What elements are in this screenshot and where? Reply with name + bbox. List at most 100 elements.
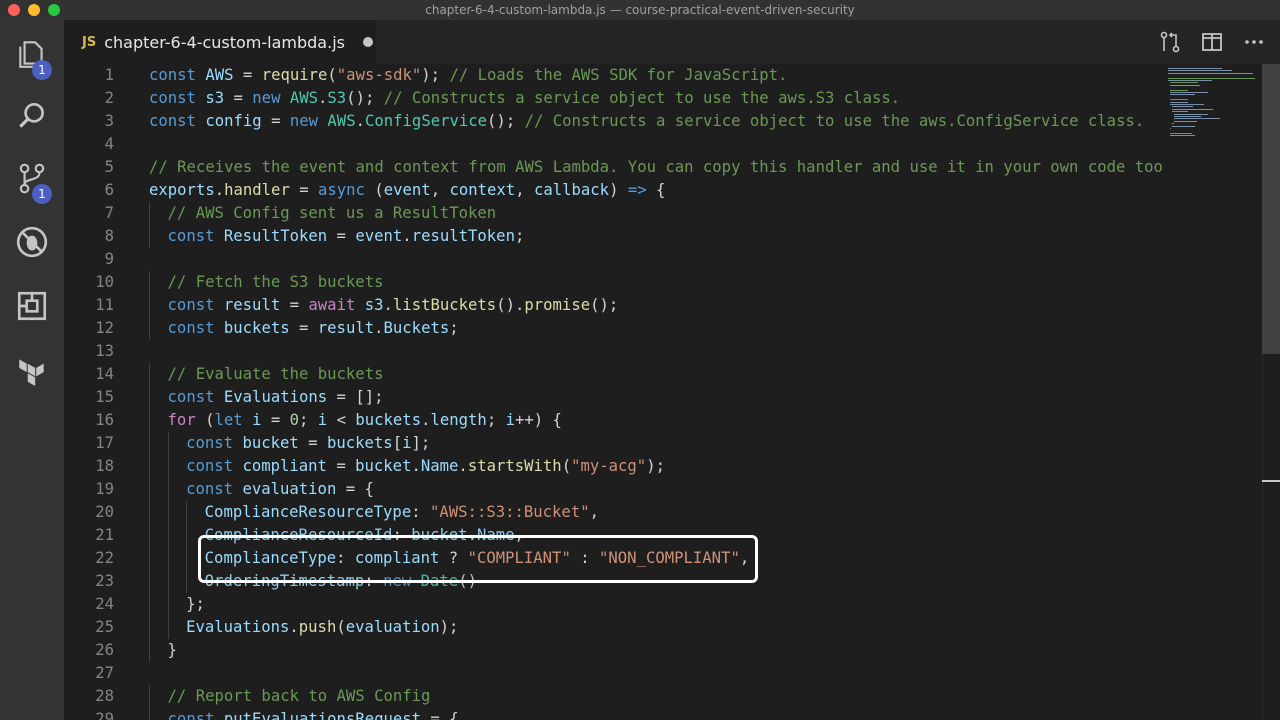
code-text: // Fetch the S3 buckets bbox=[168, 271, 384, 294]
code-line[interactable]: 18 const compliant = bucket.Name.startsWi… bbox=[64, 455, 1164, 478]
code-line[interactable]: 20 ComplianceResourceType: "AWS::S3::Buck… bbox=[64, 501, 1164, 524]
activity-explorer[interactable]: 1 bbox=[0, 26, 64, 82]
zoom-window-button[interactable] bbox=[48, 4, 60, 16]
activity-source-control[interactable]: 1 bbox=[0, 150, 64, 206]
code-text: const s3 = new AWS.S3(); // Constructs a… bbox=[149, 87, 900, 110]
code-line[interactable]: 4 bbox=[64, 133, 1164, 156]
minimap[interactable] bbox=[1164, 64, 1262, 720]
minimize-window-button[interactable] bbox=[28, 4, 40, 16]
code-text: const putEvaluationsRequest = { bbox=[168, 708, 459, 720]
line-number: 8 bbox=[104, 227, 114, 245]
line-number: 22 bbox=[95, 549, 114, 567]
indent-guide bbox=[149, 708, 150, 720]
code-editor[interactable]: 1 const AWS = require("aws-sdk"); // Load… bbox=[64, 64, 1164, 720]
code-line[interactable]: 8 const ResultToken = event.resultToken; bbox=[64, 225, 1164, 248]
editor-actions bbox=[1158, 20, 1280, 64]
indent-guide bbox=[149, 409, 150, 432]
scrollbar-thumb[interactable] bbox=[1262, 64, 1280, 354]
code-line[interactable]: 17 const bucket = buckets[i]; bbox=[64, 432, 1164, 455]
code-token: buckets bbox=[355, 411, 422, 429]
open-changes-icon[interactable] bbox=[1158, 30, 1182, 54]
code-token: const bbox=[167, 388, 215, 406]
minimap-line bbox=[1174, 120, 1198, 122]
activity-debug[interactable] bbox=[0, 214, 64, 270]
code-line[interactable]: 27 bbox=[64, 662, 1164, 685]
code-line[interactable]: 19 const evaluation = { bbox=[64, 478, 1164, 501]
code-token: ( bbox=[195, 411, 215, 429]
code-token: , bbox=[430, 181, 450, 199]
close-window-button[interactable] bbox=[8, 4, 20, 16]
code-token: ; bbox=[486, 411, 506, 429]
code-line[interactable]: 2 const s3 = new AWS.S3(); // Constructs … bbox=[64, 87, 1164, 110]
code-line[interactable]: 3 const config = new AWS.ConfigService();… bbox=[64, 110, 1164, 133]
split-editor-icon[interactable] bbox=[1200, 30, 1224, 54]
window-title: chapter-6-4-custom-lambda.js — course-pr… bbox=[425, 3, 855, 17]
line-number: 6 bbox=[104, 181, 114, 199]
code-token: evaluation bbox=[242, 480, 337, 498]
code-token: const bbox=[186, 480, 234, 498]
code-line[interactable]: 16 for (let i = 0; i < buckets.length; i+… bbox=[64, 409, 1164, 432]
code-token: startsWith bbox=[467, 457, 562, 475]
code-text: const compliant = bucket.Name.startsWith… bbox=[186, 455, 665, 478]
tab-bar: JS chapter-6-4-custom-lambda.js bbox=[64, 20, 1280, 64]
indent-guide bbox=[167, 501, 169, 524]
line-number: 26 bbox=[95, 641, 114, 659]
code-line[interactable]: 6 exports.handler = async (event, context… bbox=[64, 179, 1164, 202]
code-line[interactable]: 29 const putEvaluationsRequest = { bbox=[64, 708, 1164, 720]
code-line[interactable]: 25 Evaluations.push(evaluation); bbox=[64, 616, 1164, 639]
code-line[interactable]: 9 bbox=[64, 248, 1164, 271]
code-line[interactable]: 10 // Fetch the S3 buckets bbox=[64, 271, 1164, 294]
code-token: . bbox=[383, 296, 393, 314]
code-token: s3 bbox=[364, 296, 384, 314]
code-line[interactable]: 14 // Evaluate the buckets bbox=[64, 363, 1164, 386]
activity-extensions[interactable] bbox=[0, 278, 64, 334]
code-token: length bbox=[430, 411, 487, 429]
line-number: 14 bbox=[95, 365, 114, 383]
code-token: (). bbox=[496, 296, 525, 314]
code-token: await bbox=[308, 296, 356, 314]
code-token: ResultToken bbox=[223, 227, 328, 245]
indent-guide bbox=[149, 501, 150, 524]
code-line[interactable]: 15 const Evaluations = []; bbox=[64, 386, 1164, 409]
code-line[interactable]: 7 // AWS Config sent us a ResultToken bbox=[64, 202, 1164, 225]
minimap-line bbox=[1170, 101, 1189, 103]
code-line[interactable]: 26} bbox=[64, 639, 1164, 662]
code-token: } bbox=[167, 641, 177, 659]
unsaved-dot-icon[interactable] bbox=[362, 37, 373, 47]
code-text: const bucket = buckets[i]; bbox=[186, 432, 430, 455]
code-token: const bbox=[167, 710, 215, 720]
line-number: 25 bbox=[95, 618, 114, 636]
indent-guide bbox=[149, 478, 150, 501]
terraform-icon bbox=[19, 359, 44, 386]
code-token: : bbox=[411, 503, 430, 521]
line-number: 21 bbox=[95, 526, 114, 544]
code-line[interactable]: 13 bbox=[64, 340, 1164, 363]
code-token: resultToken bbox=[411, 227, 515, 245]
code-line[interactable]: 28 // Report back to AWS Config bbox=[64, 685, 1164, 708]
code-token: ( bbox=[561, 457, 572, 475]
more-actions-icon[interactable] bbox=[1242, 30, 1266, 54]
activity-search[interactable] bbox=[0, 88, 64, 144]
tab-chapter-6-4-custom-lambda[interactable]: JS chapter-6-4-custom-lambda.js bbox=[64, 20, 376, 64]
code-line[interactable]: 12 const buckets = result.Buckets; bbox=[64, 317, 1164, 340]
code-token: 0 bbox=[289, 411, 300, 429]
code-line[interactable]: 24}; bbox=[64, 593, 1164, 616]
code-text: Evaluations.push(evaluation); bbox=[186, 616, 458, 639]
activity-terraform[interactable] bbox=[0, 342, 64, 398]
code-text: // AWS Config sent us a ResultToken bbox=[168, 202, 497, 225]
minimap-line bbox=[1170, 82, 1198, 84]
code-token: config bbox=[205, 112, 262, 130]
minimap-line bbox=[1170, 99, 1189, 101]
code-line[interactable]: 1 const AWS = require("aws-sdk"); // Load… bbox=[64, 64, 1164, 87]
code-line[interactable]: 11 const result = await s3.listBuckets().… bbox=[64, 294, 1164, 317]
code-token: const bbox=[167, 319, 215, 337]
minimap-line bbox=[1172, 125, 1196, 127]
code-token: // Report back to AWS Config bbox=[167, 687, 431, 705]
code-line[interactable]: 5 // Receives the event and context from … bbox=[64, 156, 1164, 179]
code-token: ConfigService bbox=[364, 112, 488, 130]
